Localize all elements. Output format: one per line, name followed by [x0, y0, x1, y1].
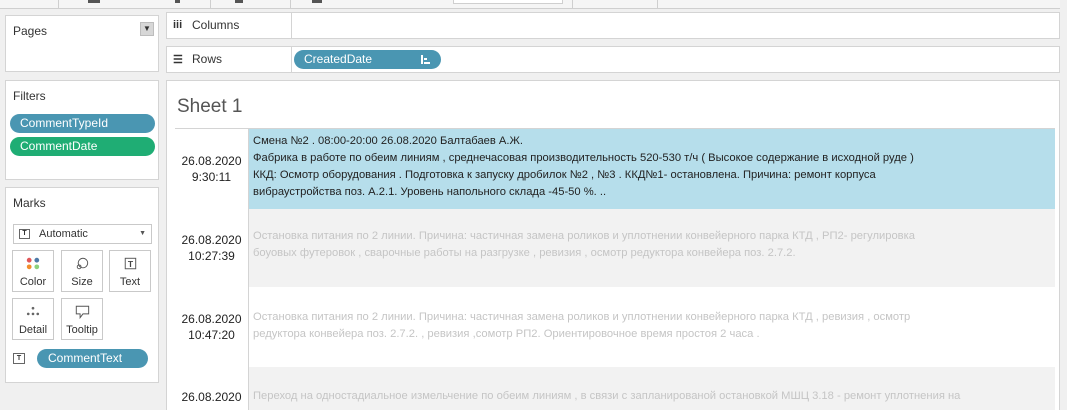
- columns-icon: iii: [173, 19, 183, 31]
- sort-icon: [421, 55, 430, 64]
- text-mark-icon: T: [19, 229, 30, 239]
- detail-button-label: Detail: [18, 324, 48, 336]
- table-row[interactable]: 26.08.2020 10:27:39 Остановка питания по…: [175, 209, 1055, 287]
- marks-panel: Marks T Automatic ▼ Color Size T Text De…: [5, 187, 159, 383]
- filter-pill-commenttypeid[interactable]: CommentTypeId: [10, 114, 155, 133]
- color-dots-icon: [26, 257, 40, 270]
- pages-panel-title: Pages: [13, 24, 48, 38]
- size-button-label: Size: [71, 276, 93, 288]
- createddate-pill-label: CreatedDate: [304, 52, 373, 66]
- toolbar-separator: [572, 0, 573, 9]
- size-icon: [76, 257, 89, 270]
- columns-shelf[interactable]: iii Columns: [166, 12, 1060, 39]
- rows-icon: ☰: [173, 54, 183, 66]
- toolbar-separator: [210, 0, 211, 9]
- svg-text:T: T: [128, 259, 134, 269]
- tooltip-icon: [75, 305, 90, 320]
- comment-line: редуктора конвейера поз. 2.7.2. , ревизи…: [253, 328, 760, 340]
- comment-line: ККД: Осмотр оборудования . Подготовка к …: [253, 169, 876, 181]
- columns-shelf-label: Columns: [192, 18, 240, 32]
- rows-shelf-label-area: ☰ Rows: [167, 47, 292, 72]
- mark-type-dropdown[interactable]: T Automatic ▼: [13, 224, 152, 244]
- row-date: 26.08.2020: [181, 233, 242, 247]
- filter-pill-commentdate[interactable]: CommentDate: [10, 137, 155, 156]
- comment-line: Переход на одностадиальное измельчение п…: [253, 390, 961, 402]
- comment-cell[interactable]: Переход на одностадиальное измельчение п…: [249, 367, 1055, 410]
- chevron-down-icon: ▼: [139, 230, 146, 237]
- tooltip-button[interactable]: Tooltip: [61, 298, 103, 340]
- commenttext-pill[interactable]: CommentText: [37, 349, 148, 368]
- right-edge: [1060, 0, 1067, 410]
- row-date-cell: 26.08.2020 10:27:39: [175, 209, 249, 287]
- detail-button[interactable]: Detail: [12, 298, 54, 340]
- comment-line: Остановка питания по 2 линии. Причина: ч…: [253, 230, 915, 242]
- row-date-cell: 26.08.2020 9:30:11: [175, 129, 249, 209]
- sheet-title: Sheet 1: [177, 96, 243, 117]
- comment-line: боуовых футеровок , сварочные работы на …: [253, 247, 796, 259]
- row-time: 9:30:11: [191, 170, 232, 184]
- sheet-view: Sheet 1 26.08.2020 9:30:11 Смена №2 . 08…: [166, 80, 1060, 410]
- table-row[interactable]: 26.08.2020 Переход на одностадиальное из…: [175, 367, 1055, 410]
- text-button-label: Text: [119, 276, 141, 288]
- comment-line: вибраустройства поз. А.2.1. Уровень напо…: [253, 186, 607, 198]
- text-icon: T: [124, 257, 137, 270]
- comment-cell[interactable]: Остановка питания по 2 линии. Причина: ч…: [249, 209, 1055, 287]
- toolbar-field[interactable]: [453, 0, 563, 4]
- comment-line: Смена №2 . 08:00-20:00 26.08.2020 Балтаб…: [253, 135, 523, 147]
- rows-shelf[interactable]: ☰ Rows CreatedDate: [166, 46, 1060, 73]
- mark-type-label: Automatic: [39, 228, 88, 240]
- tooltip-button-label: Tooltip: [66, 324, 98, 336]
- row-date: 26.08.2020: [181, 390, 242, 404]
- comment-cell[interactable]: Смена №2 . 08:00-20:00 26.08.2020 Балтаб…: [249, 129, 1055, 209]
- color-button-label: Color: [19, 276, 47, 288]
- comment-cell[interactable]: Остановка питания по 2 линии. Причина: ч…: [249, 287, 1055, 367]
- createddate-pill[interactable]: CreatedDate: [294, 50, 441, 69]
- toolbar-icon[interactable]: [88, 0, 100, 3]
- comment-line: Остановка питания по 2 линии. Причина: ч…: [253, 311, 911, 323]
- row-date: 26.08.2020: [181, 154, 242, 168]
- text-button[interactable]: T Text: [109, 250, 151, 292]
- toolbar-separator: [290, 0, 291, 9]
- filters-panel: Filters CommentTypeId CommentDate: [5, 80, 159, 180]
- marks-panel-title: Marks: [13, 196, 46, 210]
- row-time: 10:47:20: [188, 328, 235, 342]
- text-mark-icon: T: [13, 353, 25, 364]
- row-date-cell: 26.08.2020 10:47:20: [175, 287, 249, 367]
- toolbar-icon[interactable]: [235, 0, 243, 3]
- table-row[interactable]: 26.08.2020 9:30:11 Смена №2 . 08:00-20:0…: [175, 128, 1055, 209]
- toolbar-separator: [58, 0, 59, 9]
- toolbar-icon[interactable]: [175, 0, 180, 3]
- table-row[interactable]: 26.08.2020 10:47:20 Остановка питания по…: [175, 287, 1055, 367]
- pages-dropdown-icon[interactable]: ▼: [140, 22, 154, 36]
- toolbar-icon[interactable]: [312, 0, 322, 3]
- pages-panel: Pages ▼: [5, 15, 159, 72]
- row-date: 26.08.2020: [181, 312, 242, 326]
- filters-panel-title: Filters: [13, 89, 46, 103]
- size-button[interactable]: Size: [61, 250, 103, 292]
- detail-icon: [26, 306, 40, 316]
- toolbar-separator: [657, 0, 658, 9]
- comment-line: Фабрика в работе по обеим линиям , средн…: [253, 152, 914, 164]
- top-toolbar-strip: [0, 0, 1067, 9]
- row-date-cell: 26.08.2020: [175, 367, 249, 410]
- color-button[interactable]: Color: [12, 250, 54, 292]
- row-time: 10:27:39: [188, 249, 235, 263]
- columns-shelf-label-area: iii Columns: [167, 13, 292, 38]
- rows-shelf-label: Rows: [192, 52, 223, 66]
